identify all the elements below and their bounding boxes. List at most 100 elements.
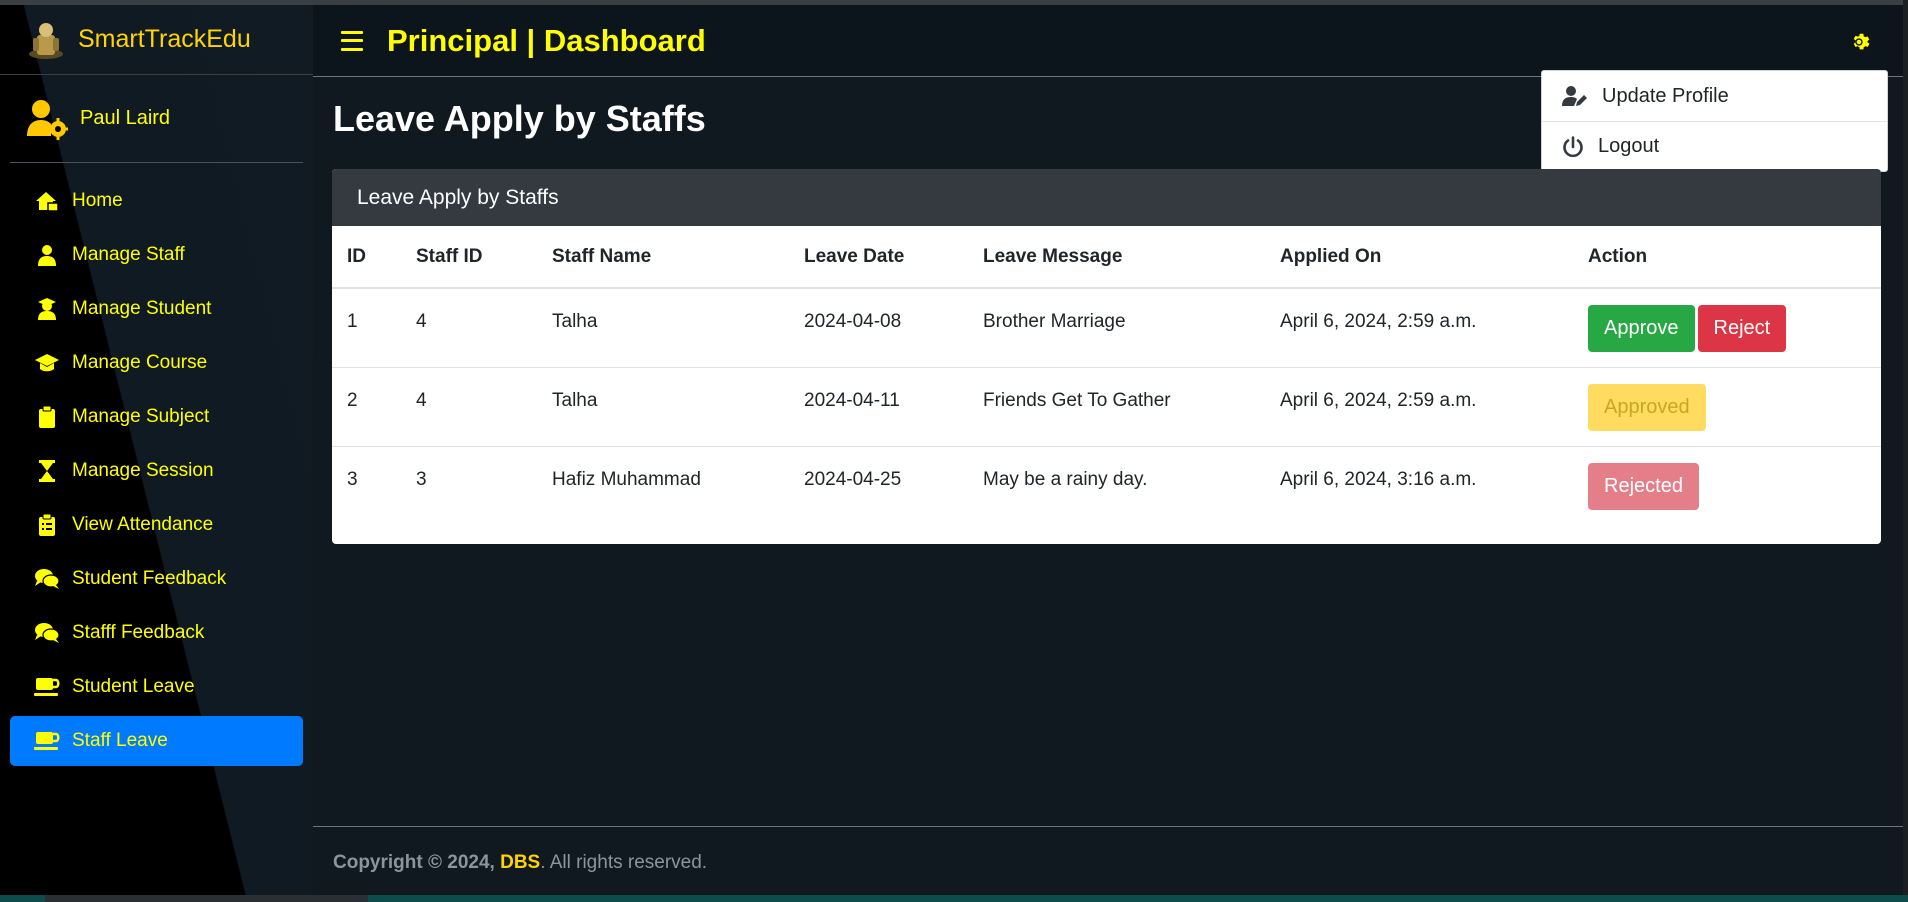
update-profile-menu-item[interactable]: Update Profile — [1542, 71, 1887, 121]
cell-action: Approve Reject — [1573, 288, 1881, 368]
cell-leave-message: Friends Get To Gather — [968, 367, 1265, 447]
logout-label: Logout — [1598, 135, 1660, 157]
footer-company-link[interactable]: DBS — [500, 852, 540, 873]
profile-dropdown: Update Profile Logout — [1541, 70, 1888, 172]
sidebar-item-student-leave[interactable]: Student Leave — [10, 662, 303, 712]
sidebar-item-home[interactable]: Home — [10, 176, 303, 226]
cell-leave-message: Brother Marriage — [968, 288, 1265, 368]
leave-table: ID Staff ID Staff Name Leave Date Leave … — [332, 226, 1881, 525]
footer-rights: . All rights reserved. — [540, 852, 708, 873]
taskbar-item — [45, 895, 368, 902]
top-navbar: Principal | Dashboard — [313, 5, 1908, 77]
sidebar-item-label: Manage Session — [72, 460, 214, 481]
user-edit-icon — [1562, 86, 1587, 106]
cell-staff-id: 3 — [416, 468, 427, 490]
sidebar-item-label: View Attendance — [72, 514, 214, 535]
column-header: Action — [1573, 226, 1881, 289]
footer: Copyright © 2024, DBS. All rights reserv… — [333, 852, 707, 874]
cell-id: 1 — [332, 288, 401, 368]
coffee-icon — [34, 729, 60, 753]
cell-staff-id: 4 — [401, 288, 537, 368]
hourglass-icon — [34, 459, 60, 483]
cell-leave-message: May be a rainy day. — [983, 468, 1148, 490]
user-icon — [34, 243, 60, 267]
cell-leave-date: 2024-04-25 — [804, 468, 902, 490]
power-icon — [1563, 135, 1583, 157]
sidebar-item-view-attendance[interactable]: View Attendance — [10, 500, 303, 550]
sidebar-item-label: Stafff Feedback — [72, 622, 205, 643]
comments-icon — [34, 567, 60, 591]
card-header: Leave Apply by Staffs — [332, 169, 1881, 226]
clipboard-list-icon — [34, 513, 60, 537]
brand[interactable]: SmartTrackEdu — [0, 5, 313, 75]
cell-staff-id: 4 — [401, 367, 537, 447]
table-row: 2 4 Talha 2024-04-11 Friends Get To Gath… — [332, 367, 1881, 447]
window-right-edge — [1903, 0, 1908, 902]
sidebar-item-label: Staff Leave — [72, 730, 168, 751]
cell-applied-on: April 6, 2024, 2:59 a.m. — [1265, 367, 1573, 447]
sidebar-item-staff-feedback[interactable]: Stafff Feedback — [10, 608, 303, 658]
reject-button[interactable]: Reject — [1697, 305, 1787, 352]
taskbar-strip — [0, 895, 1908, 902]
comments-icon — [34, 621, 60, 645]
gear-icon[interactable] — [1848, 31, 1870, 53]
brand-logo-icon — [29, 22, 63, 59]
sidebar-item-label: Manage Student — [72, 298, 212, 319]
logout-menu-item[interactable]: Logout — [1542, 121, 1887, 171]
sidebar-item-label: Student Feedback — [72, 568, 227, 589]
brand-name: SmartTrackEdu — [78, 25, 251, 53]
cell-staff-name: Talha — [537, 288, 789, 368]
home-icon — [34, 189, 60, 213]
approve-button[interactable]: Approve — [1588, 305, 1695, 352]
cell-id: 3 — [347, 468, 358, 490]
cell-action: Approved — [1573, 367, 1881, 447]
sidebar-item-staff-leave[interactable]: Staff Leave — [10, 716, 303, 766]
update-profile-label: Update Profile — [1602, 84, 1729, 107]
rejected-status-button: Rejected — [1588, 462, 1699, 510]
cell-applied-on: April 6, 2024, 2:59 a.m. — [1265, 288, 1573, 368]
sidebar-item-manage-student[interactable]: Manage Student — [10, 284, 303, 334]
approved-status-button: Approved — [1588, 383, 1706, 431]
sidebar-item-manage-course[interactable]: Manage Course — [10, 338, 303, 388]
cell-id: 2 — [332, 367, 401, 447]
column-header: Applied On — [1265, 226, 1573, 289]
footer-copyright: Copyright © 2024, — [333, 852, 495, 873]
sidebar-item-label: Manage Subject — [72, 406, 210, 427]
sidebar: SmartTrackEdu Paul Laird Home Manage Sta… — [0, 5, 313, 902]
cell-leave-date: 2024-04-11 — [789, 367, 968, 447]
sidebar-item-label: Manage Course — [72, 352, 208, 373]
cell-applied-on: April 6, 2024, 3:16 a.m. — [1280, 468, 1477, 490]
student-icon — [34, 297, 60, 321]
column-header: ID — [332, 226, 401, 289]
page-heading: Principal | Dashboard — [387, 22, 706, 58]
cell-staff-name: Hafiz Muhammad — [552, 468, 701, 490]
sidebar-item-label: Student Leave — [72, 676, 195, 697]
table-row: 3 3 Hafiz Muhammad 2024-04-25 May be a r… — [332, 446, 1881, 525]
sidebar-item-manage-staff[interactable]: Manage Staff — [10, 230, 303, 280]
user-panel[interactable]: Paul Laird — [10, 75, 303, 163]
menu-toggle-icon[interactable] — [341, 30, 363, 51]
cell-leave-date: 2024-04-08 — [789, 288, 968, 368]
clipboard-icon — [34, 405, 60, 429]
cell-staff-name: Talha — [537, 367, 789, 447]
column-header: Staff ID — [401, 226, 537, 289]
coffee-icon — [34, 675, 60, 699]
content-title: Leave Apply by Staffs — [333, 98, 706, 139]
column-header: Staff Name — [537, 226, 789, 289]
column-header: Leave Message — [968, 226, 1265, 289]
user-cog-icon — [27, 99, 68, 140]
table-header-row: ID Staff ID Staff Name Leave Date Leave … — [332, 226, 1881, 289]
cell-action: Rejected — [1573, 446, 1881, 525]
sidebar-nav: Home Manage Staff Manage Student Manage … — [0, 176, 313, 766]
leave-card: Leave Apply by Staffs ID Staff ID Staff … — [332, 169, 1881, 544]
footer-divider — [313, 826, 1908, 827]
column-header: Leave Date — [789, 226, 968, 289]
graduation-cap-icon — [34, 351, 60, 375]
sidebar-item-label: Home — [72, 190, 123, 211]
sidebar-item-manage-subject[interactable]: Manage Subject — [10, 392, 303, 442]
table-row: 1 4 Talha 2024-04-08 Brother Marriage Ap… — [332, 288, 1881, 368]
sidebar-item-label: Manage Staff — [72, 244, 185, 265]
sidebar-item-manage-session[interactable]: Manage Session — [10, 446, 303, 496]
user-name: Paul Laird — [80, 107, 171, 129]
sidebar-item-student-feedback[interactable]: Student Feedback — [10, 554, 303, 604]
